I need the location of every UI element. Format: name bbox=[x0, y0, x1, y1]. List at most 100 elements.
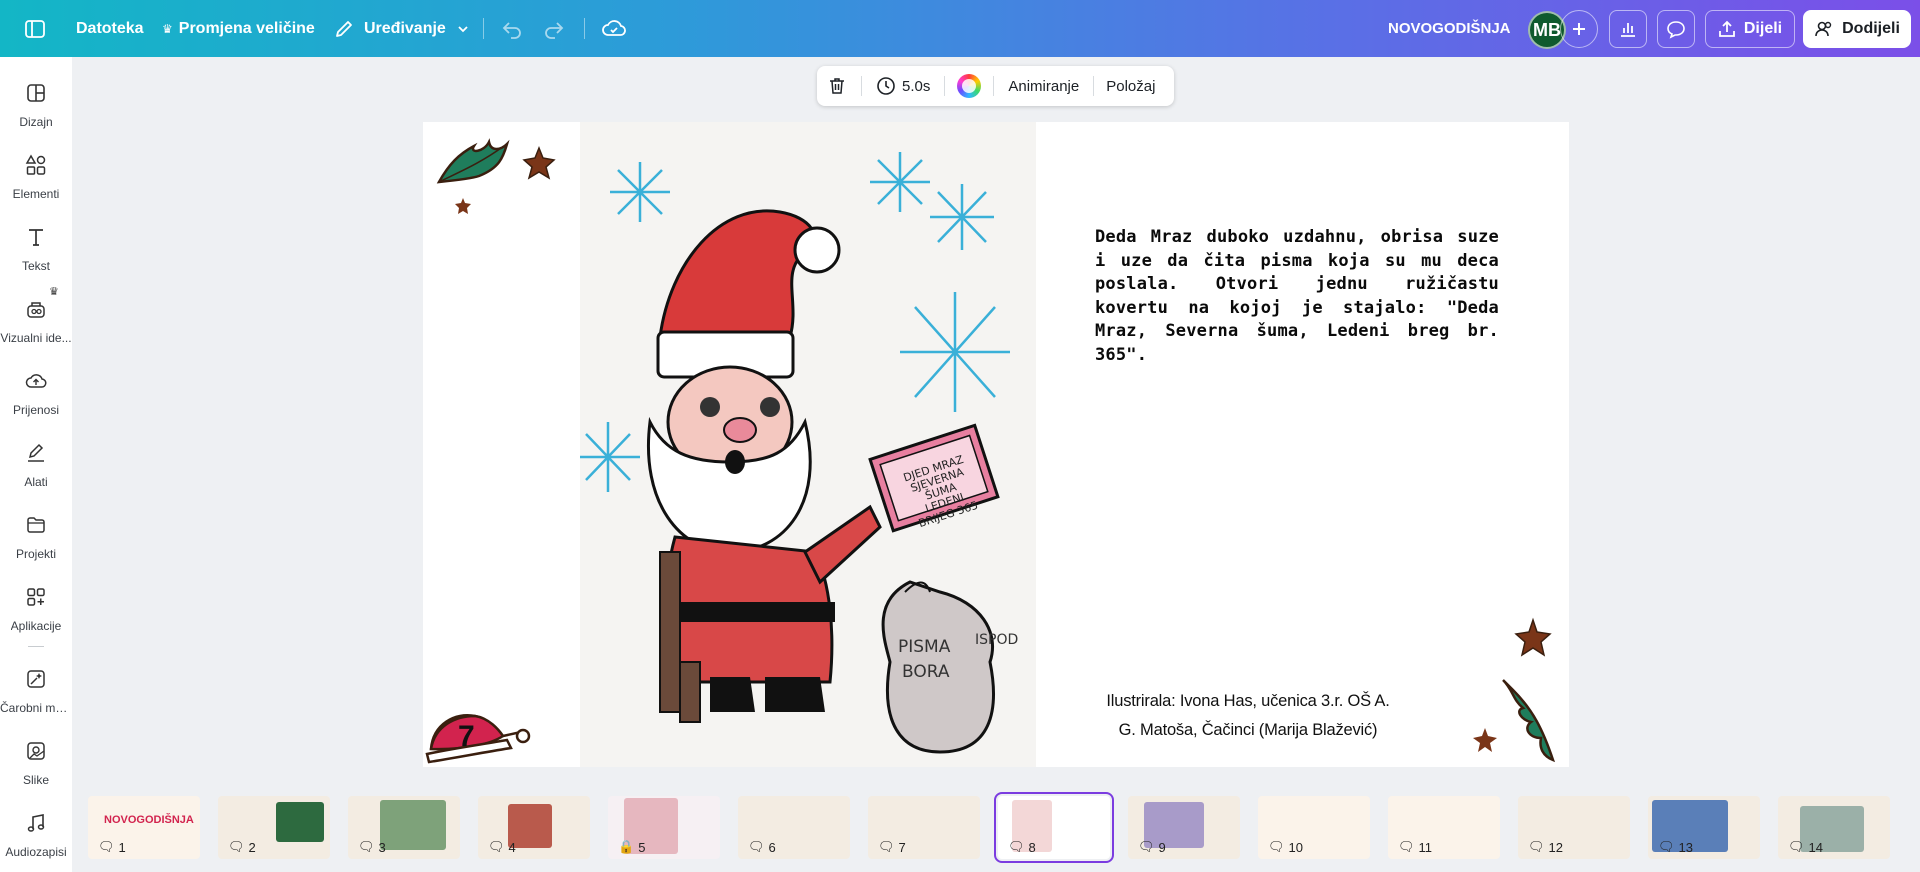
comment-icon: 🗨 bbox=[1008, 839, 1025, 854]
edit-menu[interactable]: Uređivanje bbox=[334, 0, 470, 57]
design-title-text: NOVOGODIŠNJA bbox=[1388, 20, 1511, 37]
divider bbox=[584, 18, 585, 39]
sidebar-item-tools[interactable]: Alati bbox=[0, 441, 72, 507]
sidebar-item-audio[interactable]: Audiozapisi bbox=[0, 811, 72, 872]
thumbnail-page-7[interactable]: 🗨 7 bbox=[868, 796, 980, 859]
resize-label: Promjena veličine bbox=[178, 19, 315, 37]
assign-button[interactable]: Dodijeli bbox=[1803, 10, 1911, 48]
credit-line-1: Ilustrirala: Ivona Has, učenica 3.r. OŠ … bbox=[1106, 692, 1390, 710]
sidebar-item-photos[interactable]: Slike bbox=[0, 739, 72, 805]
sack-text-3: BORA bbox=[902, 662, 950, 682]
thumbnail-number: 🗨 3 bbox=[358, 839, 386, 855]
comment-icon: 🗨 bbox=[228, 839, 245, 854]
share-label: Dijeli bbox=[1743, 20, 1783, 37]
color-button[interactable] bbox=[945, 74, 993, 98]
share-button[interactable]: Dijeli bbox=[1705, 10, 1795, 48]
sidebar-item-label: Projekti bbox=[15, 547, 56, 561]
sidebar-item-label: Vizualni ide... bbox=[0, 331, 72, 345]
comment-icon: 🗨 bbox=[98, 839, 115, 854]
sidebar-item-design[interactable]: Dizajn bbox=[0, 81, 72, 147]
santa-drawing-image[interactable]: DJED MRAZ SJEVERNA ŠUMA LEDENI BRIJEG 36… bbox=[576, 122, 1036, 767]
thumbnail-number: 🗨 1 bbox=[98, 839, 126, 855]
duration-text: 5.0s bbox=[902, 77, 931, 95]
sidebar-item-label: Elementi bbox=[12, 187, 60, 201]
thumbnail-page-12[interactable]: 🗨 12 bbox=[1518, 796, 1630, 859]
sidebar-item-label: Alati bbox=[24, 475, 48, 489]
delete-button[interactable] bbox=[817, 76, 857, 96]
thumbnail-page-6[interactable]: 🗨 6 bbox=[738, 796, 850, 859]
thumbnail-page-2[interactable]: 🗨 2 bbox=[218, 796, 330, 859]
insights-button[interactable] bbox=[1609, 10, 1647, 48]
thumbnail-page-9[interactable]: 🗨 9 bbox=[1128, 796, 1240, 859]
thumbnail-number: 🗨 4 bbox=[488, 839, 516, 855]
sidebar-item-label: Čarobni mu... bbox=[0, 701, 72, 715]
position-button[interactable]: Položaj bbox=[1094, 78, 1167, 95]
sidebar-item-visual-ideas[interactable]: ♛ Vizualni ide... bbox=[0, 286, 72, 363]
design-title[interactable]: NOVOGODIŠNJA bbox=[1388, 0, 1511, 57]
trash-icon bbox=[830, 78, 844, 94]
folder-icon bbox=[24, 513, 48, 537]
thumbnail-number: 🗨 13 bbox=[1658, 839, 1693, 855]
assign-label: Dodijeli bbox=[1842, 20, 1900, 37]
sidebar-item-label: Slike bbox=[22, 773, 49, 787]
thumbnail-page-8[interactable]: 🗨 8 bbox=[994, 792, 1114, 863]
sidebar-item-magic-media[interactable]: Čarobni mu... bbox=[0, 667, 72, 733]
undo-icon[interactable] bbox=[501, 0, 523, 57]
file-menu[interactable]: Datoteka bbox=[76, 0, 144, 57]
chevron-down-icon bbox=[458, 25, 468, 32]
sidebar-item-label: Prijenosi bbox=[12, 403, 60, 417]
sidebar-item-projects[interactable]: Projekti bbox=[0, 513, 72, 579]
sidebar-item-uploads[interactable]: Prijenosi bbox=[0, 369, 72, 435]
story-text[interactable]: Deda Mraz duboko uzdahnu, obrisa suze i … bbox=[1095, 226, 1499, 367]
comment-icon: 🗨 bbox=[1788, 839, 1805, 854]
cloud-saved-icon[interactable] bbox=[602, 0, 626, 57]
thumbnail-page-3[interactable]: 🗨 3 bbox=[348, 796, 460, 859]
animate-button[interactable]: Animiranje bbox=[994, 78, 1093, 95]
crown-icon: ♛ bbox=[49, 286, 59, 298]
sidebar-item-apps[interactable]: Aplikacije bbox=[0, 585, 72, 651]
thumbnail-page-4[interactable]: 🗨 4 bbox=[478, 796, 590, 859]
animate-label: Animiranje bbox=[1008, 77, 1080, 95]
santa-illustration bbox=[576, 152, 1010, 754]
thumbnail-page-11[interactable]: 🗨 11 bbox=[1388, 796, 1500, 859]
timing-button[interactable]: 5.0s bbox=[862, 76, 944, 96]
comment-icon: 🗨 bbox=[1138, 839, 1155, 854]
layout-icon bbox=[24, 81, 48, 105]
holly-decoration bbox=[436, 138, 556, 214]
element-toolbar: 5.0s Animiranje Položaj bbox=[817, 66, 1174, 106]
sidebar-item-label: Tekst bbox=[21, 259, 50, 273]
illustrator-credit[interactable]: Ilustrirala: Ivona Has, učenica 3.r. OŠ … bbox=[1088, 687, 1408, 745]
holly-decoration bbox=[1473, 617, 1556, 763]
thumbnail-page-13[interactable]: 🗨 13 bbox=[1648, 796, 1760, 859]
add-collaborator-button[interactable] bbox=[1560, 10, 1598, 48]
sidebar-item-label: Aplikacije bbox=[10, 619, 62, 633]
comment-icon: 🗨 bbox=[1398, 839, 1415, 854]
thumbnail-number: 🗨 11 bbox=[1398, 839, 1433, 855]
thumbnail-page-10[interactable]: 🗨 10 bbox=[1258, 796, 1370, 859]
color-wheel-icon bbox=[957, 74, 982, 98]
music-icon bbox=[24, 811, 48, 835]
divider bbox=[28, 646, 44, 647]
magic-icon bbox=[24, 667, 48, 691]
text-icon bbox=[24, 225, 48, 249]
sidebar-item-text[interactable]: Tekst bbox=[0, 225, 72, 291]
thumbnail-number: 🗨 7 bbox=[878, 839, 906, 855]
avatar-initials: MB bbox=[1533, 19, 1561, 40]
thumbnail-page-1[interactable]: NOVOGODIŠNJA 🗨 1 bbox=[88, 796, 200, 859]
thumbnail-page-14[interactable]: 🗨 14 bbox=[1778, 796, 1890, 859]
pencil-icon bbox=[336, 20, 352, 37]
comments-button[interactable] bbox=[1657, 10, 1695, 48]
sidebar-toggle-icon[interactable] bbox=[24, 0, 46, 57]
lock-icon: 🔒 bbox=[618, 839, 635, 854]
edit-label: Uređivanje bbox=[364, 19, 446, 37]
resize-button[interactable]: ♛ Promjena veličine bbox=[162, 0, 315, 57]
thumbnail-page-5[interactable]: 🔒 5 bbox=[608, 796, 720, 859]
upload-icon bbox=[1718, 20, 1735, 37]
sidebar-item-elements[interactable]: Elementi bbox=[0, 153, 72, 219]
comment-icon bbox=[1667, 21, 1685, 39]
comment-icon: 🗨 bbox=[488, 839, 505, 854]
redo-icon[interactable] bbox=[543, 0, 565, 57]
slide-canvas[interactable]: 7 DJED MRAZ SJEVERNA ŠUMA LEDENI BRIJEG … bbox=[423, 122, 1569, 767]
crown-icon: ♛ bbox=[162, 21, 173, 36]
pen-icon bbox=[24, 441, 48, 465]
